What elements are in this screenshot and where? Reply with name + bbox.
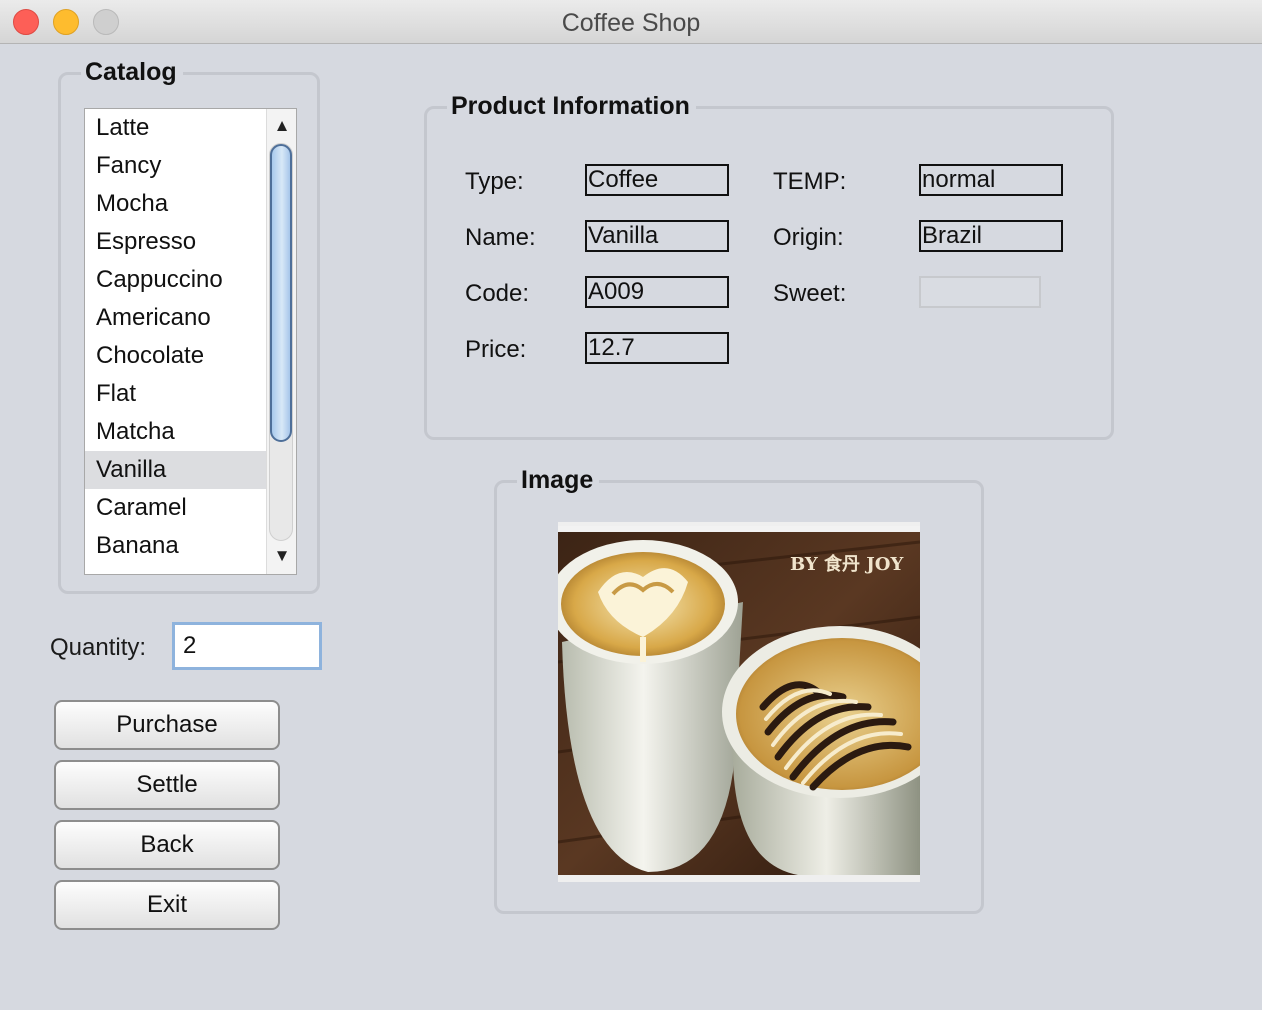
- list-item-cappuccino[interactable]: Cappuccino: [85, 261, 266, 299]
- quantity-input[interactable]: [172, 622, 322, 670]
- list-item-fancy[interactable]: Fancy: [85, 147, 266, 185]
- catalog-group: Catalog Latte Fancy Mocha Espresso Cappu…: [58, 57, 320, 594]
- type-value: Coffee: [585, 164, 729, 196]
- list-item-chocolate[interactable]: Chocolate: [85, 337, 266, 375]
- list-item-banana[interactable]: Banana: [85, 527, 266, 565]
- purchase-button[interactable]: Purchase: [54, 700, 280, 750]
- origin-label: Origin:: [773, 224, 844, 251]
- scroll-up-arrow-icon[interactable]: ▲: [273, 115, 291, 137]
- quantity-label: Quantity:: [50, 634, 147, 661]
- image-group: Image BY 食丹 JOY: [494, 465, 984, 914]
- temp-value: normal: [919, 164, 1063, 196]
- product-information-title: Product Information: [447, 91, 696, 121]
- origin-value: Brazil: [919, 220, 1063, 252]
- sweet-value: [919, 276, 1041, 308]
- scroll-track[interactable]: [269, 143, 293, 541]
- window-title: Coffee Shop: [561, 9, 701, 37]
- temp-label: TEMP:: [773, 168, 847, 195]
- settle-button[interactable]: Settle: [54, 760, 280, 810]
- price-label: Price:: [465, 336, 527, 363]
- sweet-label: Sweet:: [773, 280, 847, 307]
- name-label: Name:: [465, 224, 536, 251]
- list-item-flat[interactable]: Flat: [85, 375, 266, 413]
- title-bar: Coffee Shop: [0, 0, 1262, 44]
- back-button[interactable]: Back: [54, 820, 280, 870]
- scroll-down-arrow-icon[interactable]: ▼: [273, 545, 291, 567]
- list-item-latte[interactable]: Latte: [85, 109, 266, 147]
- coffee-photo: BY 食丹 JOY: [558, 522, 920, 882]
- exit-button[interactable]: Exit: [54, 880, 280, 930]
- photo-watermark: BY 食丹 JOY: [790, 553, 904, 575]
- product-information-group: Product Information Type: Coffee Name: V…: [424, 91, 1114, 440]
- list-item-matcha[interactable]: Matcha: [85, 413, 266, 451]
- coffee-photo-graphic: BY 食丹 JOY: [558, 522, 920, 882]
- catalog-scrollbar[interactable]: ▲ ▼: [266, 109, 296, 574]
- catalog-title: Catalog: [81, 57, 183, 87]
- scroll-thumb[interactable]: [270, 144, 292, 442]
- list-item-mocha[interactable]: Mocha: [85, 185, 266, 223]
- image-title: Image: [517, 465, 600, 495]
- list-item-americano[interactable]: Americano: [85, 299, 266, 337]
- price-value: 12.7: [585, 332, 729, 364]
- list-item-vanilla-selected[interactable]: Vanilla: [85, 451, 266, 489]
- list-item-caramel[interactable]: Caramel: [85, 489, 266, 527]
- name-value: Vanilla: [585, 220, 729, 252]
- type-label: Type:: [465, 168, 524, 195]
- catalog-list[interactable]: Latte Fancy Mocha Espresso Cappuccino Am…: [84, 108, 297, 575]
- code-label: Code:: [465, 280, 530, 307]
- list-item-espresso[interactable]: Espresso: [85, 223, 266, 261]
- code-value: A009: [585, 276, 729, 308]
